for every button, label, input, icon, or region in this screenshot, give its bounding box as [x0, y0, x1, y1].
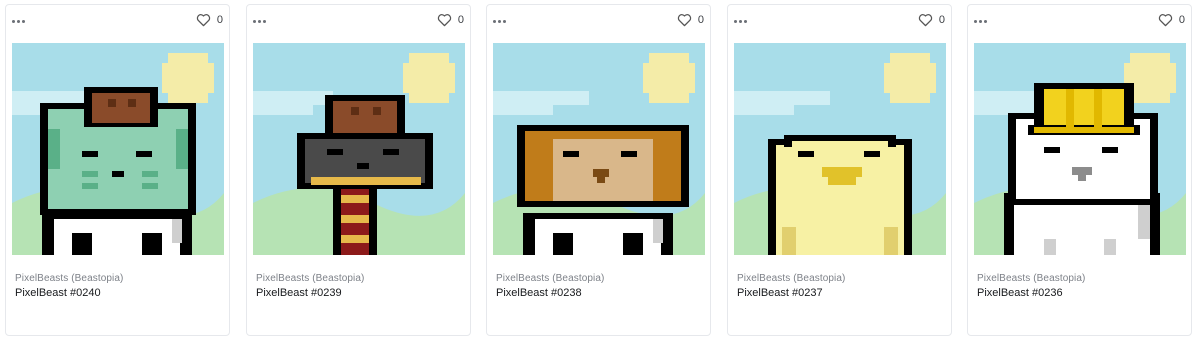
item-title[interactable]: PixelBeast #0238: [496, 287, 582, 299]
card-header: 0: [968, 5, 1191, 41]
nft-image[interactable]: [493, 43, 705, 255]
like-button[interactable]: 0: [677, 13, 704, 27]
nft-card[interactable]: 0 PixelBeasts (Beastopia) PixelBeast #02…: [246, 4, 471, 336]
heart-outline-icon: [196, 14, 211, 27]
heart-outline-icon: [1158, 14, 1173, 27]
collection-name[interactable]: PixelBeasts (Beastopia): [256, 273, 364, 284]
item-title[interactable]: PixelBeast #0237: [737, 287, 823, 299]
nft-card[interactable]: 0 PixelBeasts (Beastopia) PixelBeast #02…: [967, 4, 1192, 336]
more-horizontal-icon: [253, 19, 256, 23]
nft-image[interactable]: [12, 43, 224, 255]
more-horizontal-icon: [734, 19, 737, 23]
collection-name[interactable]: PixelBeasts (Beastopia): [977, 273, 1085, 284]
nft-card-grid: 0 PixelBeasts (Beastopia) PixelBeast #02…: [0, 0, 1200, 344]
item-title[interactable]: PixelBeast #0240: [15, 287, 101, 299]
item-title[interactable]: PixelBeast #0239: [256, 287, 342, 299]
nft-image[interactable]: [253, 43, 465, 255]
like-count: 0: [938, 14, 945, 26]
collection-name[interactable]: PixelBeasts (Beastopia): [737, 273, 845, 284]
like-button[interactable]: 0: [918, 13, 945, 27]
like-button[interactable]: 0: [437, 13, 464, 27]
collection-name[interactable]: PixelBeasts (Beastopia): [15, 273, 123, 284]
like-count: 0: [697, 14, 704, 26]
heart-outline-icon: [677, 14, 692, 27]
more-horizontal-icon: [493, 19, 496, 23]
card-header: 0: [728, 5, 951, 41]
more-horizontal-icon: [974, 19, 977, 23]
nft-card[interactable]: 0 PixelBeasts (Beastopia) PixelBeast #02…: [727, 4, 952, 336]
heart-outline-icon: [918, 14, 933, 27]
more-options-button[interactable]: [253, 13, 275, 29]
card-header: 0: [487, 5, 710, 41]
nft-image[interactable]: [734, 43, 946, 255]
more-options-button[interactable]: [493, 13, 515, 29]
nft-card[interactable]: 0 PixelBeasts (Beastopia) PixelBeast #02…: [5, 4, 230, 336]
more-options-button[interactable]: [12, 13, 34, 29]
like-count: 0: [216, 14, 223, 26]
heart-outline-icon: [437, 14, 452, 27]
card-header: 0: [6, 5, 229, 41]
nft-image[interactable]: [974, 43, 1186, 255]
like-count: 0: [1178, 14, 1185, 26]
collection-name[interactable]: PixelBeasts (Beastopia): [496, 273, 604, 284]
item-title[interactable]: PixelBeast #0236: [977, 287, 1063, 299]
like-button[interactable]: 0: [1158, 13, 1185, 27]
like-count: 0: [457, 14, 464, 26]
more-horizontal-icon: [12, 19, 15, 23]
nft-card[interactable]: 0 PixelBeasts (Beastopia) PixelBeast #02…: [486, 4, 711, 336]
card-header: 0: [247, 5, 470, 41]
more-options-button[interactable]: [734, 13, 756, 29]
like-button[interactable]: 0: [196, 13, 223, 27]
more-options-button[interactable]: [974, 13, 996, 29]
